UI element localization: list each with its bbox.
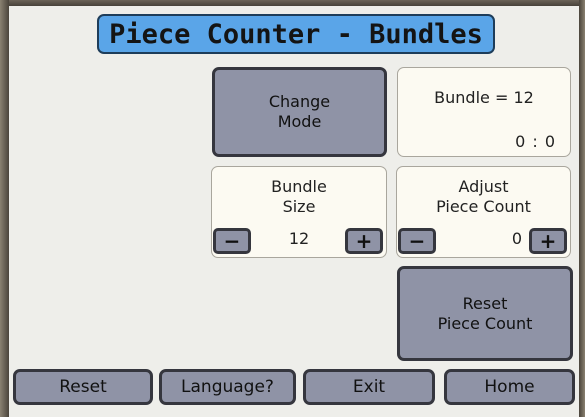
adjust-piece-count-label-line2: Piece Count <box>436 197 531 216</box>
bundle-size-decrement-button[interactable]: − <box>213 228 251 254</box>
bundle-size-panel: Bundle Size 12 − + <box>211 166 387 258</box>
exit-button-label: Exit <box>352 377 386 397</box>
reset-button[interactable]: Reset <box>13 369 153 405</box>
reset-piece-count-label-line2: Piece Count <box>437 313 533 333</box>
page-title: Piece Counter - Bundles <box>97 14 495 54</box>
touch-screen: Piece Counter - Bundles Change Mode Bund… <box>9 6 579 417</box>
bundle-size-label-line1: Bundle <box>271 177 327 196</box>
change-mode-button[interactable]: Change Mode <box>212 67 387 157</box>
bundle-count-label: Bundle = 12 <box>434 88 534 107</box>
device-bezel-right <box>579 0 585 417</box>
language-button-label: Language? <box>181 377 274 397</box>
bundle-status-panel: Bundle = 12 0 : 0 <box>397 67 571 157</box>
home-button[interactable]: Home <box>444 369 575 405</box>
piece-count-decrement-button[interactable]: − <box>398 228 436 254</box>
exit-button[interactable]: Exit <box>303 369 435 405</box>
adjust-piece-count-panel: Adjust Piece Count 0 − + <box>396 166 571 258</box>
plus-icon: + <box>355 229 373 253</box>
minus-icon: − <box>408 229 426 253</box>
piece-count-increment-button[interactable]: + <box>529 228 567 254</box>
device-bezel-left <box>0 0 9 417</box>
bundle-timer-label: 0 : 0 <box>515 132 556 151</box>
reset-piece-count-label-line1: Reset <box>462 293 508 313</box>
change-mode-label-line1: Change <box>268 92 331 111</box>
reset-button-label: Reset <box>59 377 107 397</box>
reset-piece-count-button[interactable]: Reset Piece Count <box>397 266 573 361</box>
adjust-piece-count-label-line1: Adjust <box>458 177 509 196</box>
bundle-size-increment-button[interactable]: + <box>345 228 383 254</box>
bundle-size-label-line2: Size <box>282 197 316 216</box>
change-mode-label-line2: Mode <box>277 112 322 131</box>
page-title-text: Piece Counter - Bundles <box>109 18 483 50</box>
language-button[interactable]: Language? <box>159 369 296 405</box>
home-button-label: Home <box>484 377 535 397</box>
minus-icon: − <box>223 229 241 253</box>
plus-icon: + <box>539 229 557 253</box>
